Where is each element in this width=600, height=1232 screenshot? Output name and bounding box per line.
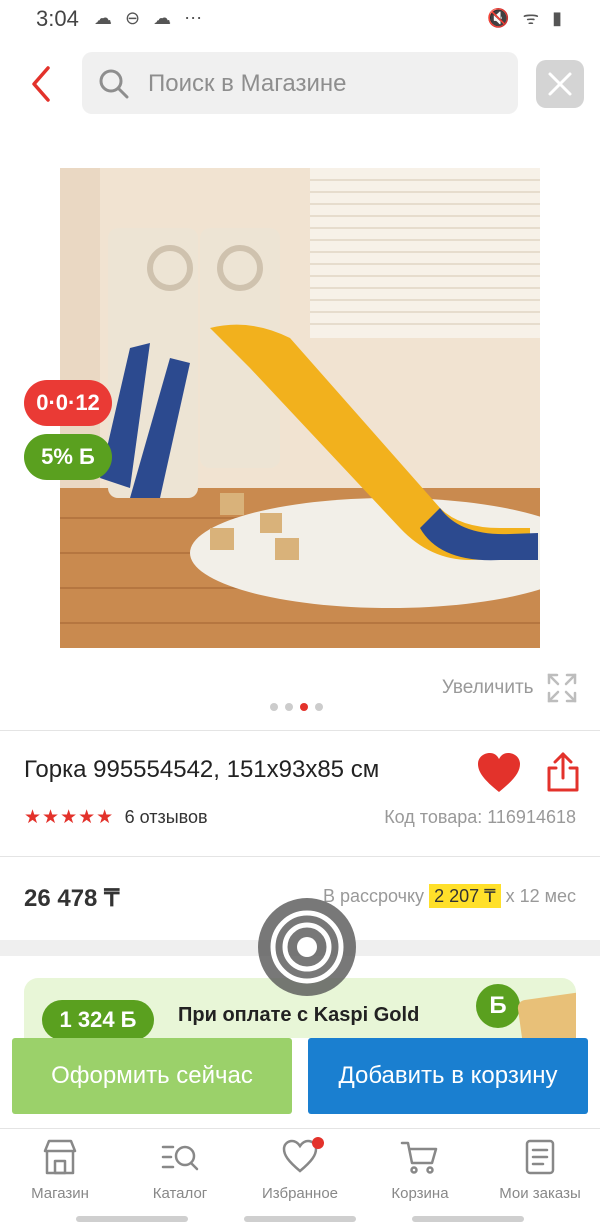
heart-icon [478, 753, 520, 792]
slide-photo [60, 168, 540, 648]
gallery-dot[interactable] [270, 703, 278, 711]
gallery-dot-active[interactable] [300, 703, 308, 711]
nav-label-orders: Мои заказы [499, 1185, 581, 1202]
notification-dot [312, 1137, 324, 1149]
reviews-link[interactable]: 6 отзывов [125, 807, 208, 828]
status-time: 3:04 [36, 6, 79, 31]
bonus-coin-icon: Б [476, 984, 520, 1028]
installment-suffix: х 12 мес [505, 886, 576, 906]
nav-item-cart[interactable]: Корзина [360, 1137, 480, 1217]
gesture-bar [76, 1216, 188, 1222]
close-button[interactable] [536, 60, 584, 108]
nav-item-shop[interactable]: Магазин [0, 1137, 120, 1217]
zoom-control[interactable]: Увеличить [442, 672, 578, 706]
cart-icon [400, 1141, 438, 1174]
nav-label-shop: Магазин [31, 1185, 89, 1202]
bonus-badge: 5% Б [24, 434, 112, 480]
gallery-dot[interactable] [285, 703, 293, 711]
gesture-bar [412, 1216, 524, 1222]
rating-row[interactable]: ★★★★★ 6 отзывов [24, 806, 208, 832]
store-icon [43, 1139, 77, 1175]
status-notification-icons: ☁ ⊖ ☁ ⋯ [94, 8, 207, 28]
close-icon [548, 72, 572, 96]
add-to-cart-button[interactable]: Добавить в корзину [308, 1038, 588, 1114]
back-button[interactable] [24, 62, 64, 106]
favorite-button[interactable] [476, 752, 522, 794]
catalog-search-icon [161, 1145, 199, 1171]
checkout-now-button[interactable]: Оформить сейчас [12, 1038, 292, 1114]
nav-item-catalog[interactable]: Каталог [120, 1137, 240, 1217]
gallery-dot[interactable] [315, 703, 323, 711]
product-price: 26 478 ₸ [24, 885, 120, 912]
orders-list-icon [525, 1139, 555, 1175]
nav-label-cart: Корзина [391, 1185, 449, 1202]
product-image[interactable] [60, 168, 540, 648]
search-input[interactable]: Поиск в Магазине [82, 52, 518, 114]
nav-item-favorites[interactable]: Избранное [240, 1137, 360, 1217]
installment-badge: 0·0·12 [24, 380, 112, 426]
share-icon [547, 752, 579, 792]
search-icon [99, 69, 129, 99]
nav-item-orders[interactable]: Мои заказы [480, 1137, 600, 1217]
rating-stars: ★★★★★ [24, 807, 115, 828]
gold-card-icon [516, 991, 576, 1038]
product-sku: Код товара: 116914618 [384, 807, 576, 827]
nav-label-catalog: Каталог [152, 1185, 208, 1202]
installment-amount: 2 207 ₸ [429, 884, 501, 908]
installment-info: В рассрочку 2 207 ₸ х 12 мес [323, 884, 576, 908]
chevron-left-icon [32, 66, 50, 102]
divider [0, 856, 600, 857]
status-system-icons: 🔇 ᯤ ▮ [487, 8, 566, 28]
gesture-bar [244, 1216, 356, 1222]
status-bar: 3:04 ☁ ⊖ ☁ ⋯ 🔇 ᯤ ▮ [0, 0, 600, 40]
share-button[interactable] [546, 752, 580, 794]
divider [0, 730, 600, 731]
expand-icon [547, 673, 577, 703]
target-icon [270, 910, 344, 984]
gold-banner-text: При оплате с Kaspi Gold [178, 1004, 420, 1026]
assistive-touch-button[interactable] [258, 898, 356, 996]
gold-bonus-badge: 1 324 Б [42, 1000, 154, 1038]
zoom-label: Увеличить [441, 677, 534, 698]
product-title: Горка 995554542, 151х93х85 см [24, 756, 380, 783]
nav-label-favorites: Избранное [261, 1185, 339, 1202]
gallery-pagination [270, 698, 330, 711]
search-header: Поиск в Магазине [0, 48, 600, 120]
search-placeholder: Поиск в Магазине [148, 70, 347, 97]
